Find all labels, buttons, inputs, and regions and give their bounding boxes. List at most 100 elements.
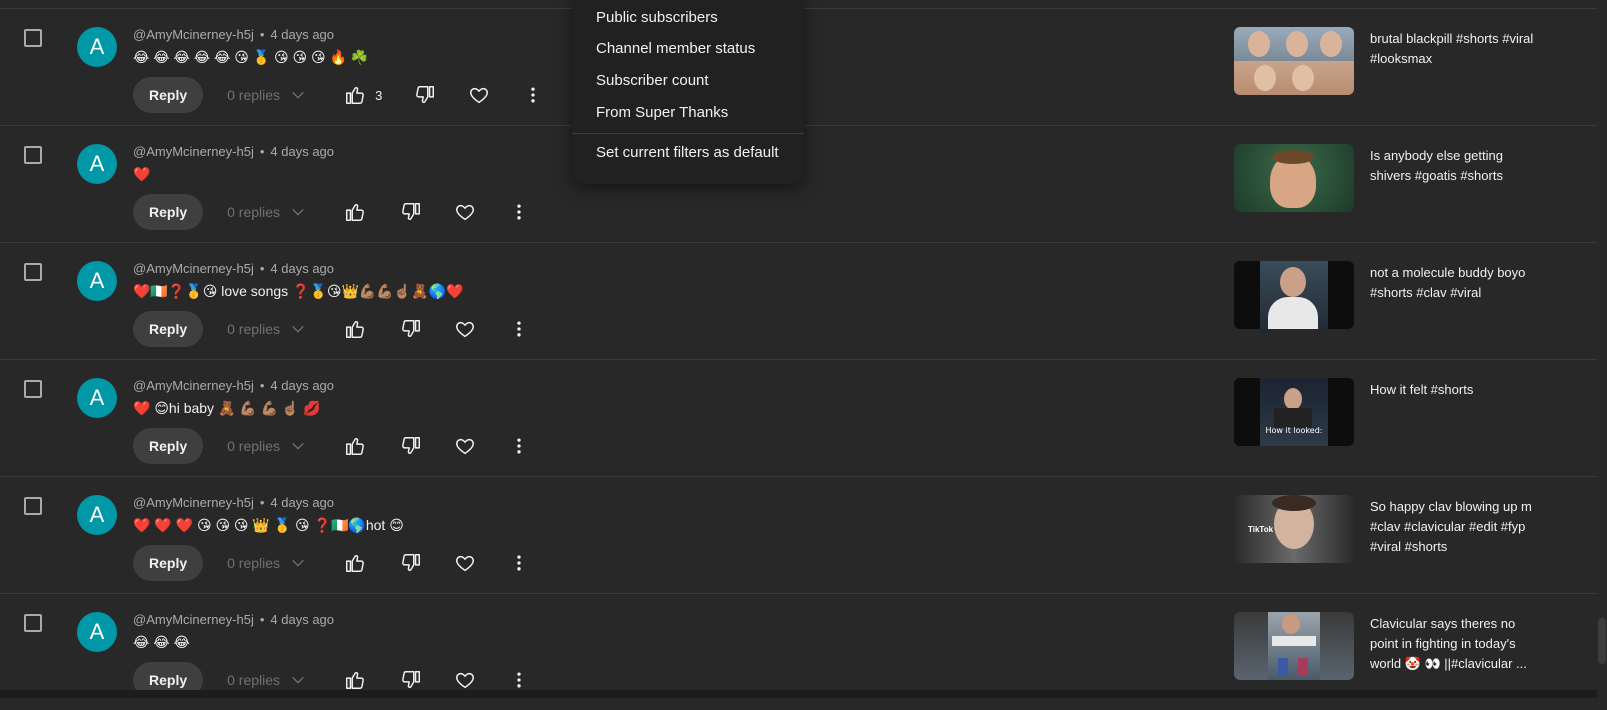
avatar[interactable]: A xyxy=(77,27,117,67)
comment-author[interactable]: @AmyMcinerney-h5j xyxy=(133,144,254,159)
replies-toggle[interactable]: 0 replies xyxy=(227,321,327,337)
avatar[interactable]: A xyxy=(77,144,117,184)
reply-button[interactable]: Reply xyxy=(133,311,204,347)
thumbs-up-icon xyxy=(346,438,365,455)
thumbnail-hair xyxy=(1272,495,1316,511)
more-vertical-icon xyxy=(531,87,535,103)
thumbs-up-icon xyxy=(346,204,365,221)
like-button[interactable] xyxy=(337,77,373,113)
comment-meta: @AmyMcinerney-h5j • 4 days ago xyxy=(133,612,334,627)
heart-icon xyxy=(456,555,475,572)
scrollbar-thumb[interactable] xyxy=(1598,618,1606,664)
video-title[interactable]: How it felt #shorts xyxy=(1370,380,1540,400)
separator-dot: • xyxy=(259,27,265,42)
chevron-down-icon xyxy=(292,559,304,567)
video-thumbnail[interactable]: TikTok xyxy=(1234,495,1354,563)
separator-dot: • xyxy=(259,261,265,276)
dislike-button[interactable] xyxy=(393,545,429,581)
like-button[interactable] xyxy=(337,428,373,464)
heart-button[interactable] xyxy=(461,77,497,113)
comment-author[interactable]: @AmyMcinerney-h5j xyxy=(133,495,254,510)
heart-icon xyxy=(456,672,475,689)
thumbnail-caption: TikTok xyxy=(1248,525,1274,534)
separator-dot: • xyxy=(259,144,265,159)
select-checkbox[interactable] xyxy=(24,614,42,632)
comment-author[interactable]: @AmyMcinerney-h5j xyxy=(133,612,254,627)
thumbs-down-icon xyxy=(402,203,421,220)
comment-time: 4 days ago xyxy=(270,378,335,393)
avatar[interactable]: A xyxy=(77,495,117,535)
more-options-button[interactable] xyxy=(501,194,537,230)
select-checkbox[interactable] xyxy=(24,146,42,164)
reply-button[interactable]: Reply xyxy=(133,77,204,113)
thumbnail-face xyxy=(1286,31,1308,57)
replies-count: 0 replies xyxy=(227,438,281,454)
menu-item-public-subscribers[interactable]: Public subscribers xyxy=(596,9,718,26)
select-checkbox[interactable] xyxy=(24,380,42,398)
replies-toggle[interactable]: 0 replies xyxy=(227,87,327,103)
menu-item-channel-member-status[interactable]: Channel member status xyxy=(596,40,755,57)
avatar[interactable]: A xyxy=(77,261,117,301)
video-thumbnail[interactable] xyxy=(1234,261,1354,329)
more-options-button[interactable] xyxy=(501,545,537,581)
reply-button[interactable]: Reply xyxy=(133,545,204,581)
select-checkbox[interactable] xyxy=(24,263,42,281)
avatar[interactable]: A xyxy=(77,612,117,652)
thumbs-up-icon xyxy=(346,672,365,689)
comment-time: 4 days ago xyxy=(270,495,335,510)
dislike-button[interactable] xyxy=(393,194,429,230)
replies-toggle[interactable]: 0 replies xyxy=(227,438,327,454)
video-title[interactable]: brutal blackpill #shorts #viral #looksma… xyxy=(1370,29,1540,69)
comment-meta: @AmyMcinerney-h5j • 4 days ago xyxy=(133,261,334,276)
video-thumbnail[interactable] xyxy=(1234,612,1354,680)
video-title[interactable]: So happy clav blowing up m #clav #clavic… xyxy=(1370,497,1540,557)
avatar[interactable]: A xyxy=(77,378,117,418)
video-thumbnail[interactable] xyxy=(1234,27,1354,95)
comment-meta: @AmyMcinerney-h5j • 4 days ago xyxy=(133,144,334,159)
comment-row: A @AmyMcinerney-h5j • 4 days ago ❤️🇮🇪❓🥇😘 l… xyxy=(0,242,1597,359)
comment-text: ❤️ 😊hi baby 🧸 💪🏽 💪🏽 ☝🏽 💋 xyxy=(133,400,321,416)
comment-author[interactable]: @AmyMcinerney-h5j xyxy=(133,261,254,276)
like-button[interactable] xyxy=(337,194,373,230)
more-options-button[interactable] xyxy=(501,311,537,347)
replies-toggle[interactable]: 0 replies xyxy=(227,672,327,688)
heart-button[interactable] xyxy=(447,311,483,347)
replies-toggle[interactable]: 0 replies xyxy=(227,204,327,220)
chevron-down-icon xyxy=(292,208,304,216)
thumbnail-suit xyxy=(1274,408,1312,428)
dislike-button[interactable] xyxy=(407,77,443,113)
like-button[interactable] xyxy=(337,311,373,347)
comment-author[interactable]: @AmyMcinerney-h5j xyxy=(133,378,254,393)
comment-time: 4 days ago xyxy=(270,261,335,276)
comment-meta: @AmyMcinerney-h5j • 4 days ago xyxy=(133,27,334,42)
more-options-button[interactable] xyxy=(501,428,537,464)
reply-button[interactable]: Reply xyxy=(133,428,204,464)
replies-count: 0 replies xyxy=(227,321,281,337)
chevron-down-icon xyxy=(292,676,304,684)
select-checkbox[interactable] xyxy=(24,497,42,515)
heart-button[interactable] xyxy=(447,545,483,581)
more-vertical-icon xyxy=(517,204,521,220)
comment-author[interactable]: @AmyMcinerney-h5j xyxy=(133,27,254,42)
thumbnail-face xyxy=(1254,65,1276,91)
select-checkbox[interactable] xyxy=(24,29,42,47)
dislike-button[interactable] xyxy=(393,311,429,347)
video-thumbnail[interactable] xyxy=(1234,144,1354,212)
thumbs-up-icon xyxy=(346,87,365,104)
more-options-button[interactable] xyxy=(515,77,551,113)
menu-item-set-default-filters[interactable]: Set current filters as default xyxy=(596,144,779,161)
thumbnail-text-box xyxy=(1272,636,1316,646)
video-title[interactable]: not a molecule buddy boyo #shorts #clav … xyxy=(1370,263,1540,303)
video-thumbnail[interactable]: How it looked: xyxy=(1234,378,1354,446)
like-button[interactable] xyxy=(337,545,373,581)
video-title[interactable]: Is anybody else getting shivers #goatis … xyxy=(1370,146,1540,186)
replies-toggle[interactable]: 0 replies xyxy=(227,555,327,571)
video-title[interactable]: Clavicular says theres no point in fight… xyxy=(1370,614,1540,674)
reply-button[interactable]: Reply xyxy=(133,194,204,230)
dislike-button[interactable] xyxy=(393,428,429,464)
heart-button[interactable] xyxy=(447,194,483,230)
menu-item-subscriber-count[interactable]: Subscriber count xyxy=(596,72,709,89)
menu-item-super-thanks[interactable]: From Super Thanks xyxy=(596,104,728,121)
heart-button[interactable] xyxy=(447,428,483,464)
scrollbar[interactable] xyxy=(1597,0,1607,698)
